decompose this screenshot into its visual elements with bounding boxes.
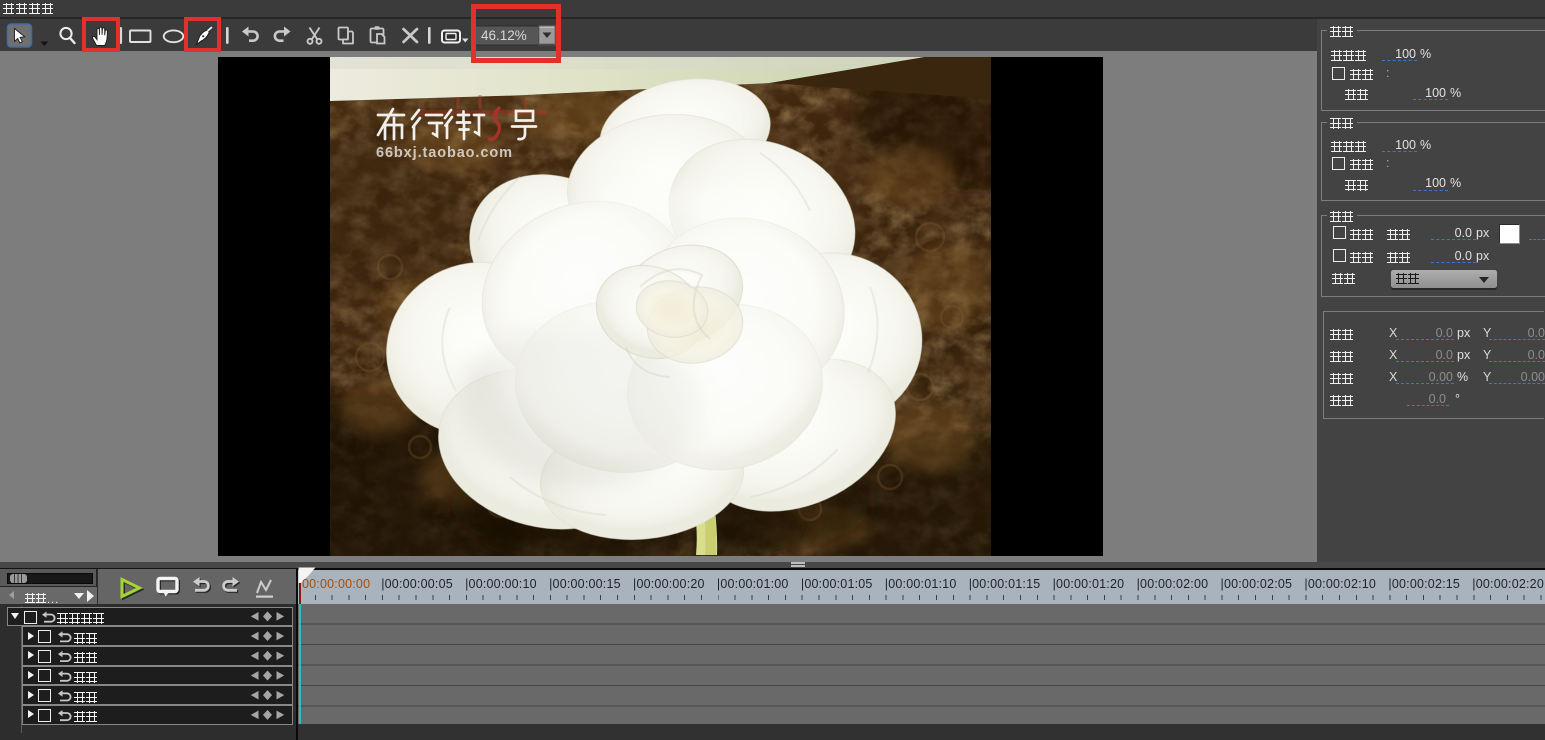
svg-text:66bxj.taobao.com: 66bxj.taobao.com	[376, 145, 513, 161]
